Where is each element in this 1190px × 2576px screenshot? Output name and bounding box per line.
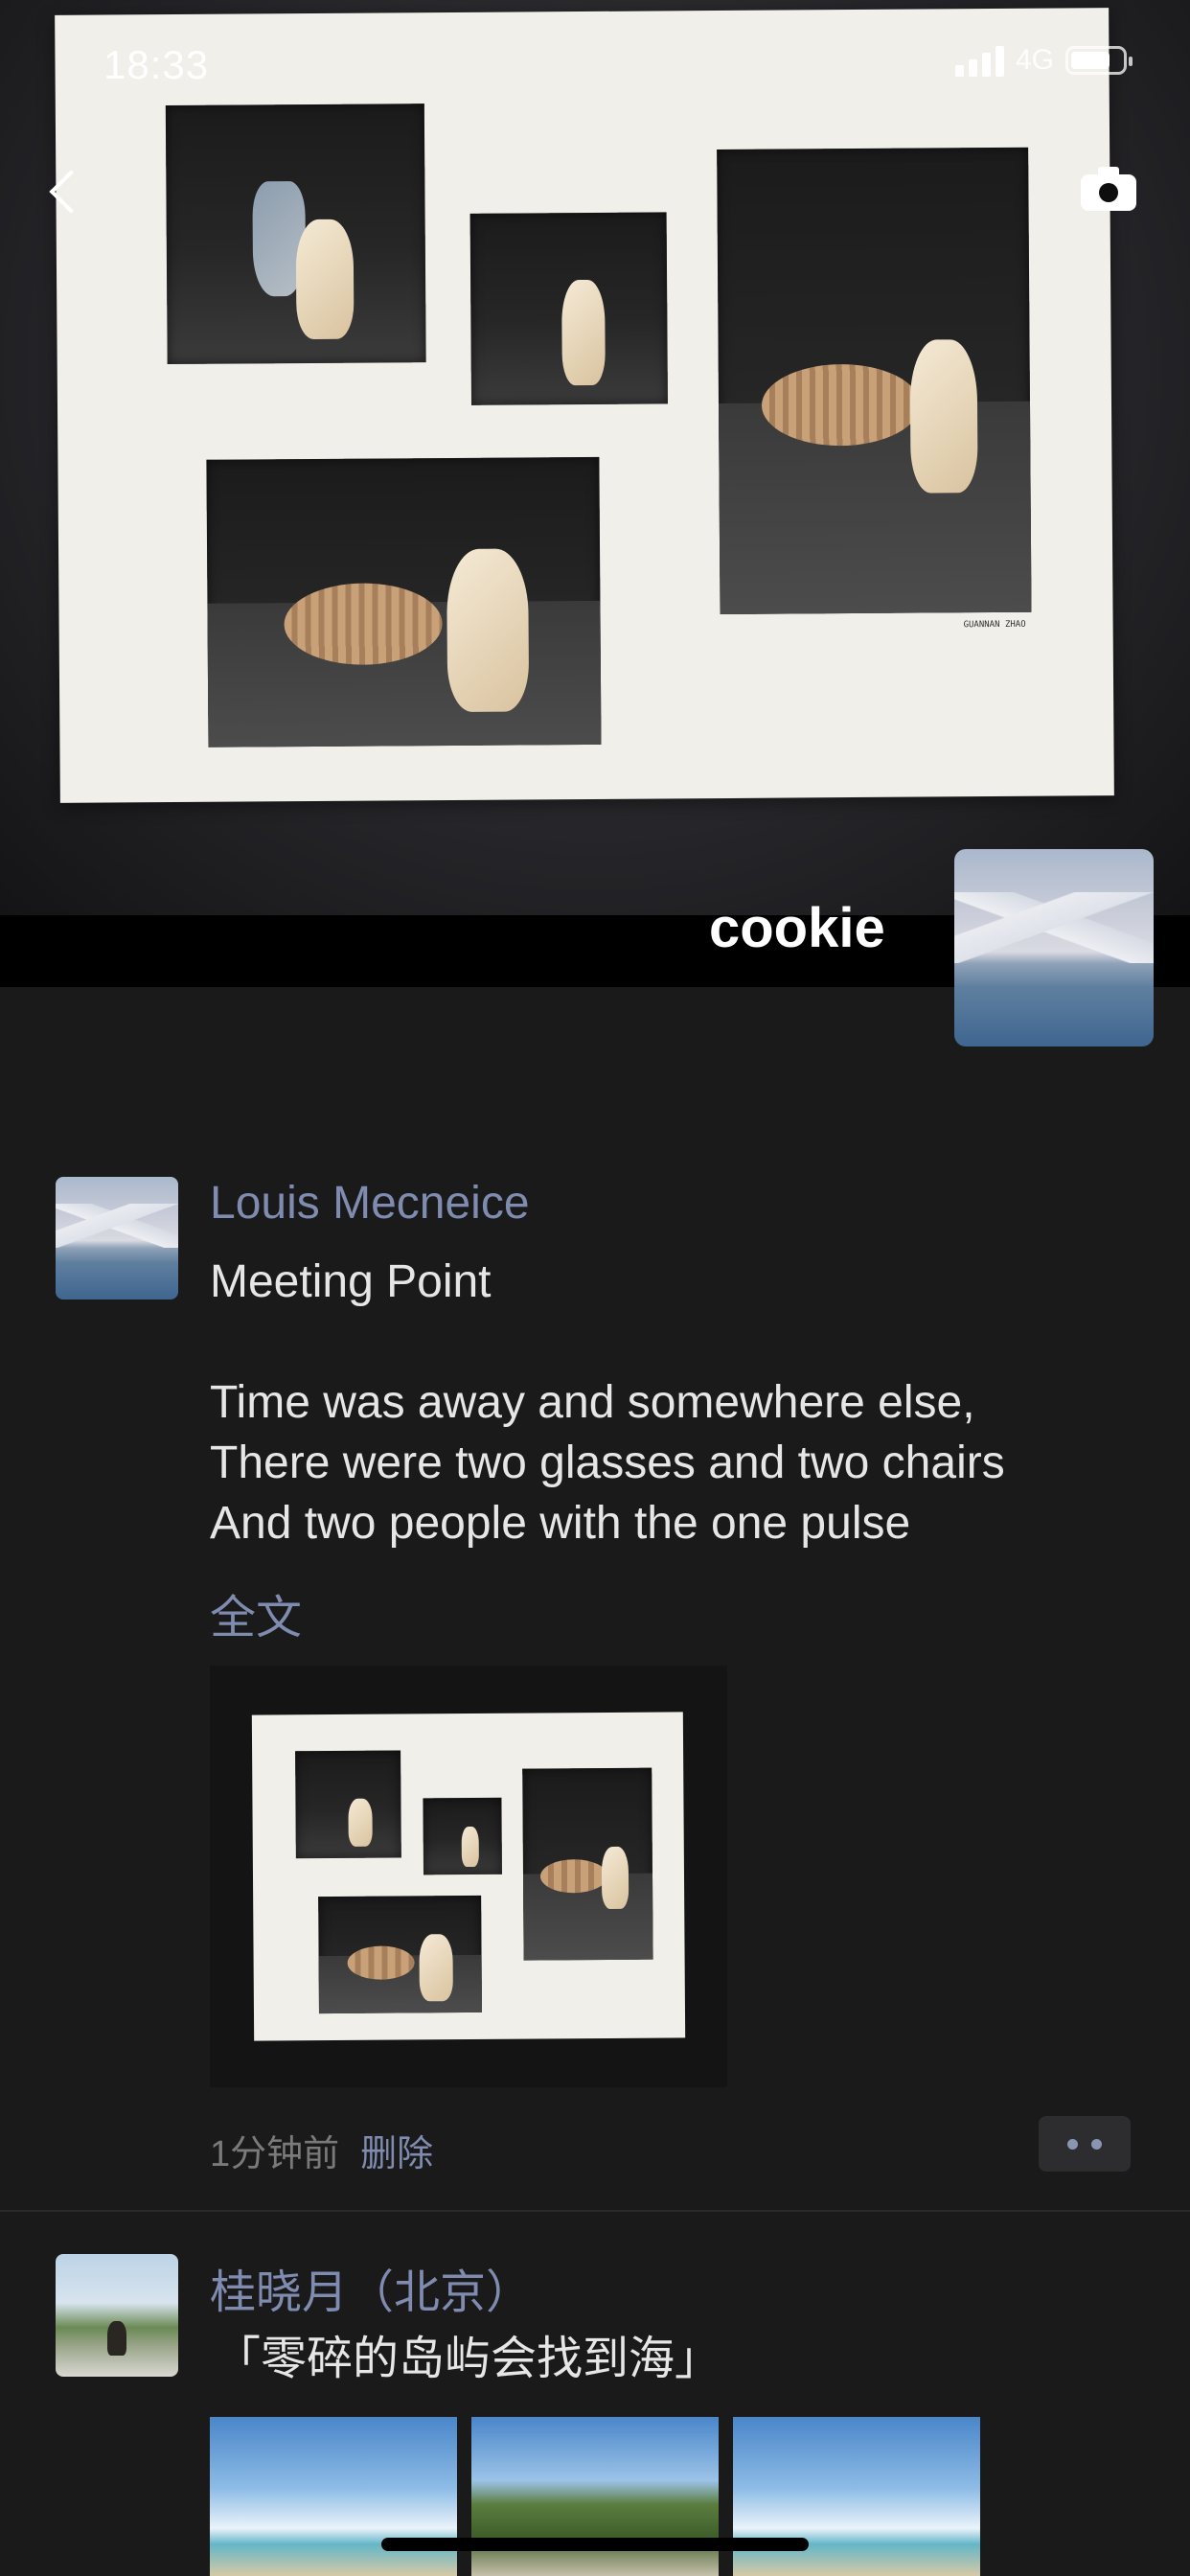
profile-avatar[interactable] [954, 849, 1154, 1046]
status-indicators: 4G [954, 44, 1133, 77]
profile-username[interactable]: cookie [709, 896, 885, 960]
artwork-panel [206, 456, 602, 748]
divider [0, 2210, 1190, 2212]
avatar[interactable] [56, 2254, 178, 2377]
more-dots-icon[interactable] [1039, 2116, 1131, 2172]
delete-button[interactable]: 删除 [360, 2134, 433, 2174]
camera-icon[interactable] [1081, 165, 1136, 211]
chevron-left-icon[interactable] [42, 163, 90, 220]
avatar[interactable] [56, 1177, 178, 1300]
home-indicator [381, 2538, 809, 2551]
post-time: 1分钟前 [210, 2134, 340, 2174]
artwork-paper: GUANNAN ZHAO [55, 8, 1114, 803]
network-type: 4G [1015, 44, 1054, 76]
post-photo-thumbnail[interactable] [733, 2417, 980, 2576]
post-text: 「零碎的岛屿会找到海」 [215, 2334, 721, 2384]
post-text: Meeting Point Time was away and somewher… [210, 1256, 1005, 1549]
artwork-panel [165, 104, 426, 365]
post-meta: 1分钟前 删除 [210, 2124, 433, 2176]
artwork-panel: GUANNAN ZHAO [717, 147, 1032, 630]
artwork-signature: GUANNAN ZHAO [963, 619, 1026, 631]
post-photo[interactable] [210, 1666, 727, 2087]
moments-screen: GUANNAN ZHAO 18:33 4G cookie Louis Mecne… [0, 0, 1190, 2576]
status-time: 18:33 [103, 42, 210, 87]
full-text-link[interactable]: 全文 [210, 1579, 302, 1646]
signal-icon [954, 44, 1004, 77]
post-author[interactable]: Louis Mecneice [210, 1177, 530, 1230]
post-photo-thumbnail[interactable] [210, 2417, 457, 2576]
post-photo-thumbnail[interactable] [471, 2417, 719, 2576]
artwork-panel [469, 212, 668, 405]
post-author[interactable]: 桂晓月（北京） [210, 2254, 532, 2321]
cover-image[interactable]: GUANNAN ZHAO [0, 0, 1190, 987]
battery-icon [1065, 46, 1133, 75]
